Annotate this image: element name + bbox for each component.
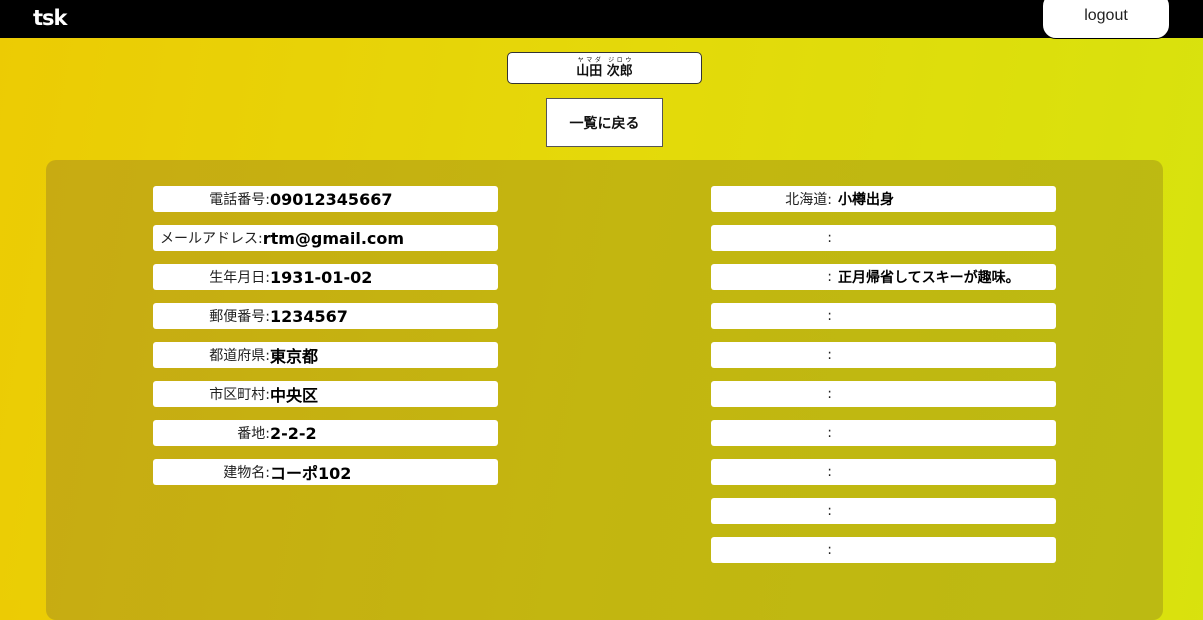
extra-field: :	[711, 381, 1056, 407]
extra-field: :	[711, 459, 1056, 485]
extra-field: : 正月帰省してスキーが趣味。	[711, 264, 1056, 290]
extra-field: 北海道: 小樽出身	[711, 186, 1056, 212]
field-value: 1234567	[270, 306, 348, 326]
extra-field: :	[711, 342, 1056, 368]
back-to-list-button[interactable]: 一覧に戻る	[546, 98, 663, 147]
detail-field-street: 番地: 2-2-2	[153, 420, 498, 446]
detail-field-birthdate: 生年月日: 1931-01-02	[153, 264, 498, 290]
person-name: 山田 次郎ヤマダ ジロウ	[576, 57, 633, 79]
field-label: 都道府県:	[209, 348, 270, 364]
field-value: コーポ102	[270, 464, 352, 483]
field-label: メールアドレス:	[160, 231, 263, 247]
field-label: :	[827, 347, 832, 363]
field-value: 1931-01-02	[270, 267, 373, 287]
detail-field-city: 市区町村: 中央区	[153, 381, 498, 407]
field-label: :	[827, 230, 832, 246]
field-value: 東京都	[270, 347, 319, 366]
field-label: 建物名:	[223, 465, 270, 481]
person-name-box: 山田 次郎ヤマダ ジロウ	[507, 52, 702, 84]
person-furigana: ヤマダ ジロウ	[576, 57, 633, 64]
extra-field: :	[711, 225, 1056, 251]
extra-field: :	[711, 498, 1056, 524]
field-label: :	[827, 464, 832, 480]
field-label: 市区町村:	[209, 387, 270, 403]
field-label: 北海道:	[785, 192, 832, 208]
field-label: :	[827, 542, 832, 558]
field-value: 中央区	[270, 386, 319, 405]
field-label: :	[827, 308, 832, 324]
field-value: 09012345667	[270, 189, 393, 209]
extra-field: :	[711, 420, 1056, 446]
field-value: 2-2-2	[270, 423, 317, 443]
field-value: rtm@gmail.com	[262, 228, 405, 248]
field-label: :	[827, 269, 832, 285]
field-value: 正月帰省してスキーが趣味。	[838, 270, 1020, 286]
field-value: 小樽出身	[838, 192, 894, 208]
person-name-text: 山田 次郎	[576, 64, 633, 79]
field-label: :	[827, 425, 832, 441]
field-label: :	[827, 386, 832, 402]
logout-button[interactable]: logout	[1042, 0, 1170, 39]
field-label: 生年月日:	[209, 270, 270, 286]
field-label: 番地:	[237, 426, 270, 442]
detail-field-building: 建物名: コーポ102	[153, 459, 498, 485]
extra-field: :	[711, 303, 1056, 329]
extra-field: :	[711, 537, 1056, 563]
top-bar: tsk	[0, 0, 1203, 38]
field-label: 電話番号:	[209, 192, 270, 208]
detail-field-postal-code: 郵便番号: 1234567	[153, 303, 498, 329]
detail-field-prefecture: 都道府県: 東京都	[153, 342, 498, 368]
detail-field-phone: 電話番号: 09012345667	[153, 186, 498, 212]
detail-field-email: メールアドレス: rtm@gmail.com	[153, 225, 498, 251]
field-label: :	[827, 503, 832, 519]
app-logo: tsk	[33, 6, 68, 30]
field-label: 郵便番号:	[209, 309, 270, 325]
